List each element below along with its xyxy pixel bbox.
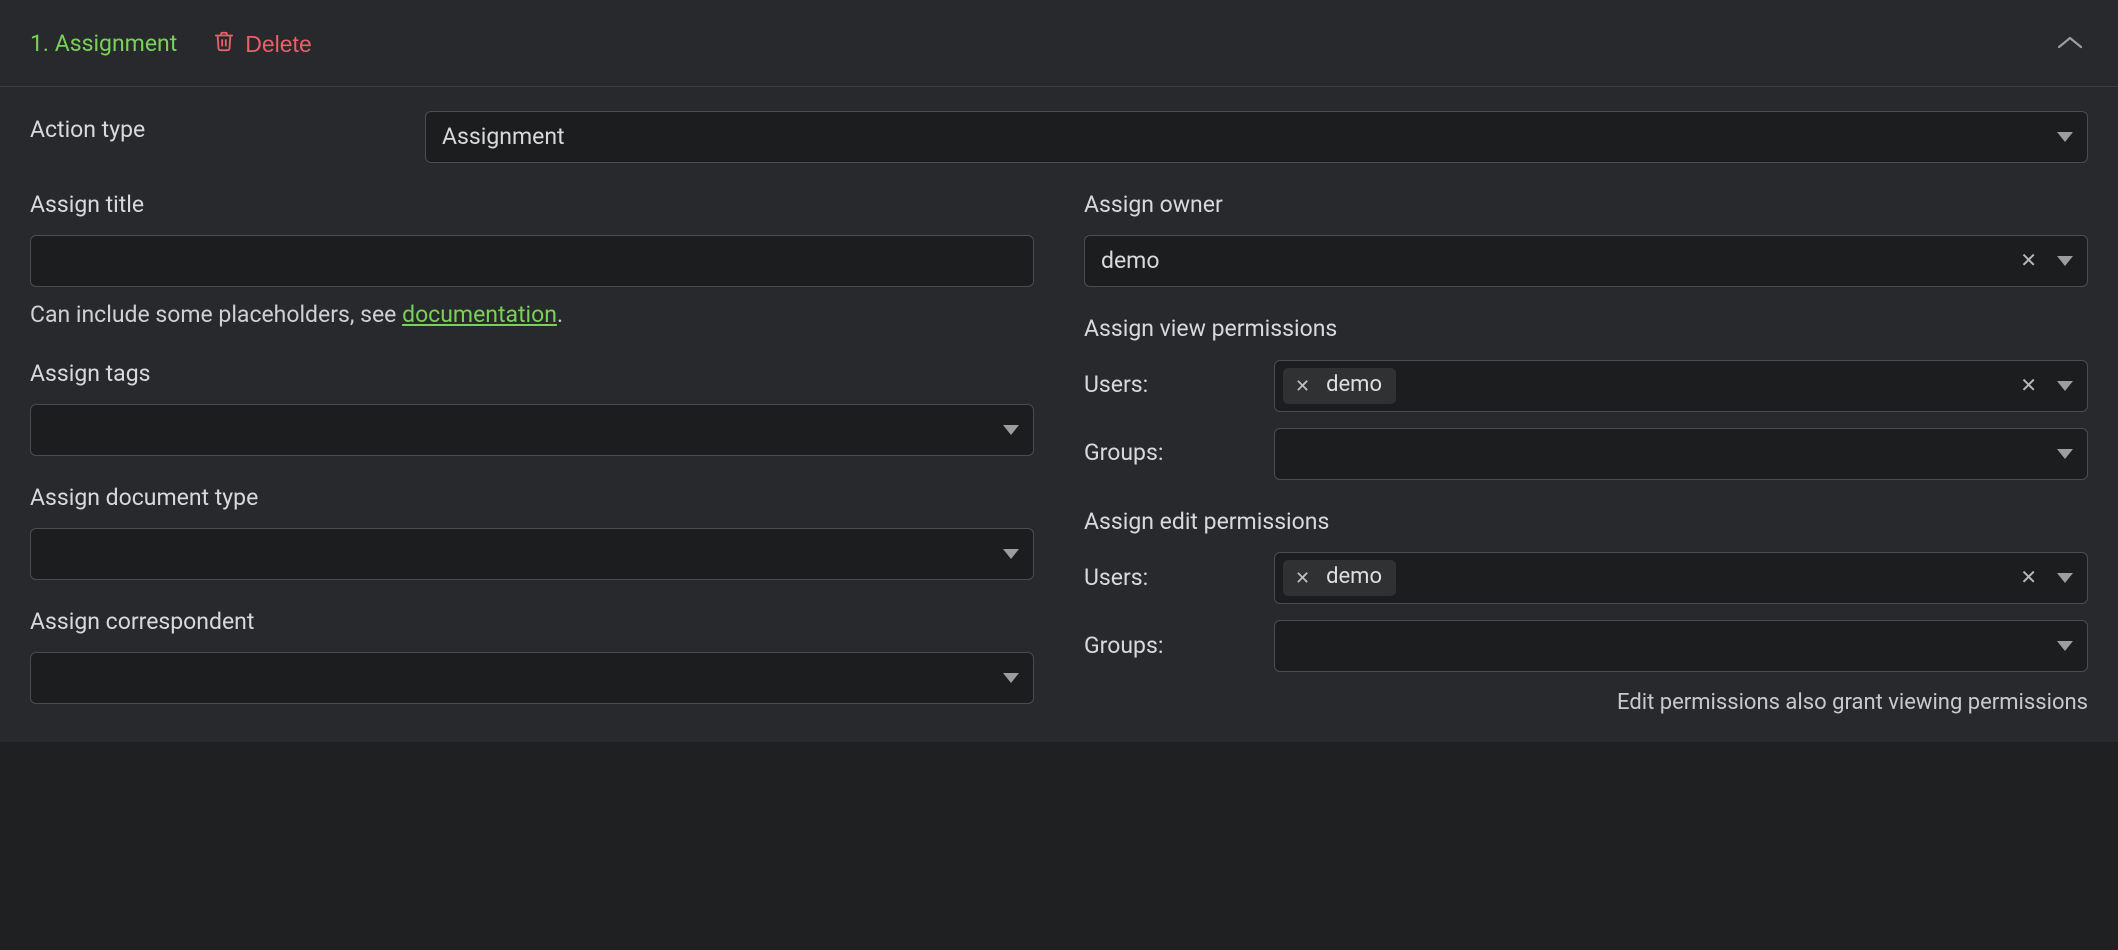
assign-owner-field: Assign owner demo ✕ (1084, 189, 2088, 287)
remove-chip-button[interactable]: ✕ (1293, 377, 1312, 395)
clear-view-users-button[interactable]: ✕ (2014, 372, 2043, 400)
assign-correspondent-field: Assign correspondent (30, 606, 1034, 704)
edit-permissions-label: Assign edit permissions (1084, 506, 2088, 538)
view-groups-label: Groups: (1084, 437, 1274, 469)
action-type-row: Action type Assignment (30, 111, 2088, 163)
edit-users-label: Users: (1084, 562, 1274, 594)
assign-owner-select[interactable]: demo ✕ (1084, 235, 2088, 287)
panel-header: 1. Assignment Delete (0, 0, 2118, 87)
edit-permissions-section: Assign edit permissions Users: ✕ demo ✕ (1084, 506, 2088, 719)
delete-button[interactable]: Delete (213, 29, 311, 59)
view-users-select[interactable]: ✕ demo ✕ (1274, 360, 2088, 412)
assign-owner-value: demo (1085, 236, 2087, 286)
action-type-label: Action type (30, 114, 425, 146)
documentation-link[interactable]: documentation (402, 301, 557, 328)
assign-title-label: Assign title (30, 189, 1034, 221)
user-chip-label: demo (1326, 562, 1382, 593)
form-columns: Assign title Can include some placeholde… (30, 189, 2088, 730)
assign-tags-field: Assign tags (30, 358, 1034, 456)
clear-edit-users-button[interactable]: ✕ (2014, 564, 2043, 592)
collapse-button[interactable] (2052, 31, 2088, 58)
assign-tags-select[interactable] (30, 404, 1034, 456)
assign-title-field: Assign title Can include some placeholde… (30, 189, 1034, 331)
remove-chip-button[interactable]: ✕ (1293, 569, 1312, 587)
edit-groups-row: Groups: (1084, 620, 2088, 672)
assign-doctype-label: Assign document type (30, 482, 1034, 514)
view-groups-select[interactable] (1274, 428, 2088, 480)
edit-groups-label: Groups: (1084, 630, 1274, 662)
view-permissions-label: Assign view permissions (1084, 313, 2088, 345)
edit-users-row: Users: ✕ demo ✕ (1084, 552, 2088, 604)
action-type-value: Assignment (426, 112, 2087, 162)
user-chip-label: demo (1326, 370, 1382, 401)
help-suffix: . (557, 301, 563, 328)
assign-correspondent-select[interactable] (30, 652, 1034, 704)
right-column: Assign owner demo ✕ Assign view permissi… (1084, 189, 2088, 730)
view-permissions-section: Assign view permissions Users: ✕ demo ✕ (1084, 313, 2088, 479)
trash-icon (213, 29, 235, 59)
delete-button-label: Delete (245, 31, 311, 58)
user-chip: ✕ demo (1283, 560, 1396, 596)
assign-doctype-field: Assign document type (30, 482, 1034, 580)
edit-permissions-note: Edit permissions also grant viewing perm… (1084, 688, 2088, 719)
assign-title-help: Can include some placeholders, see docum… (30, 299, 1034, 331)
assign-owner-label: Assign owner (1084, 189, 2088, 221)
help-prefix: Can include some placeholders, see (30, 301, 402, 328)
assign-tags-label: Assign tags (30, 358, 1034, 390)
chevron-up-icon (2056, 39, 2084, 54)
view-users-row: Users: ✕ demo ✕ (1084, 360, 2088, 412)
panel-body: Action type Assignment Assign title Can … (0, 87, 2118, 742)
panel-title: 1. Assignment (30, 28, 177, 60)
left-column: Assign title Can include some placeholde… (30, 189, 1034, 730)
user-chip: ✕ demo (1283, 368, 1396, 404)
assign-title-input[interactable] (30, 235, 1034, 287)
assign-correspondent-label: Assign correspondent (30, 606, 1034, 638)
edit-users-select[interactable]: ✕ demo ✕ (1274, 552, 2088, 604)
edit-groups-select[interactable] (1274, 620, 2088, 672)
clear-owner-button[interactable]: ✕ (2014, 247, 2043, 275)
view-users-label: Users: (1084, 369, 1274, 401)
view-groups-row: Groups: (1084, 428, 2088, 480)
action-type-select[interactable]: Assignment (425, 111, 2088, 163)
assign-doctype-select[interactable] (30, 528, 1034, 580)
assignment-panel: 1. Assignment Delete Action type (0, 0, 2118, 742)
